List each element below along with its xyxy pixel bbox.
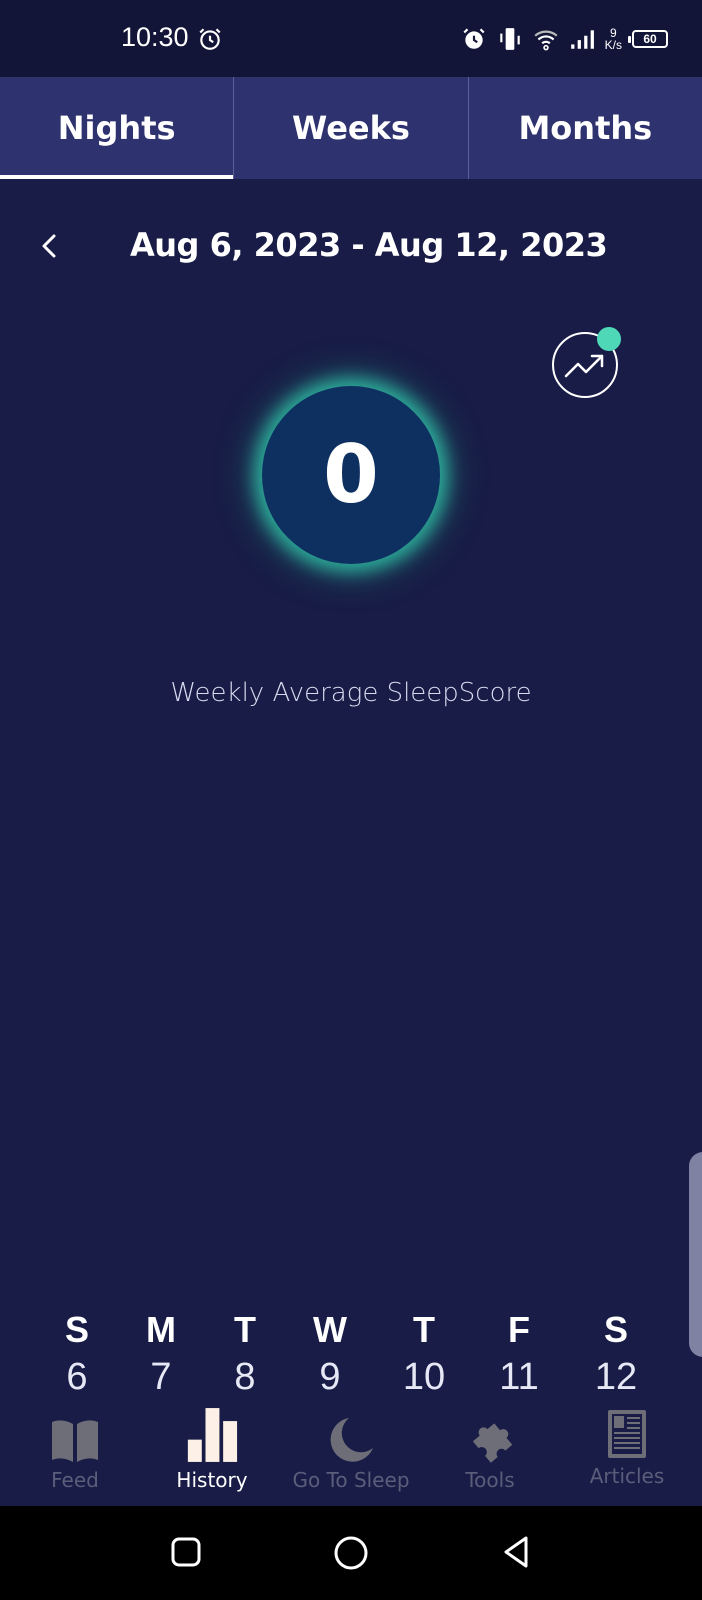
alarm-clock-icon [199, 28, 221, 50]
signal-icon [570, 30, 594, 49]
date-navigation: Aug 6, 2023 - Aug 12, 2023 [0, 222, 702, 278]
status-bar: 10:30 9 K/s 60 [0, 0, 702, 77]
newspaper-icon [608, 1410, 646, 1458]
system-navigation-bar [0, 1506, 702, 1600]
day-letter: T [413, 1309, 435, 1350]
sleep-score-circle[interactable]: 0 [262, 386, 440, 564]
bar-chart-icon [187, 1408, 238, 1462]
day-tuesday[interactable]: T 8 [205, 1308, 285, 1402]
day-thursday[interactable]: T 10 [384, 1308, 464, 1402]
nav-label: History [176, 1468, 248, 1492]
tab-weeks[interactable]: Weeks [234, 77, 469, 179]
book-icon [52, 1420, 98, 1462]
nav-history[interactable]: History [170, 1408, 254, 1506]
day-saturday[interactable]: S 12 [576, 1308, 656, 1402]
status-icons: 9 K/s 60 [461, 24, 668, 54]
period-tabs: Nights Weeks Months [0, 77, 702, 179]
day-number: 6 [66, 1356, 88, 1398]
status-time: 10:30 [121, 22, 189, 52]
puzzle-icon [472, 1423, 513, 1463]
alarm-set-icon [463, 28, 485, 49]
back-button[interactable] [498, 1534, 534, 1570]
day-letter: S [64, 1309, 89, 1350]
vibrate-icon [499, 28, 520, 50]
nav-label: Go To Sleep [292, 1468, 410, 1492]
day-friday[interactable]: F 11 [479, 1308, 559, 1402]
tab-months[interactable]: Months [469, 77, 702, 179]
day-letter: T [234, 1309, 256, 1350]
previous-week-button[interactable] [36, 228, 60, 264]
home-button[interactable] [332, 1534, 370, 1572]
day-letter: F [508, 1309, 530, 1350]
nav-go-to-sleep[interactable]: Go To Sleep [290, 1408, 412, 1506]
nav-label: Feed [51, 1468, 99, 1492]
day-number: 8 [234, 1356, 256, 1398]
nav-label: Tools [465, 1468, 515, 1492]
moon-icon [330, 1418, 373, 1462]
date-range: Aug 6, 2023 - Aug 12, 2023 [130, 226, 608, 264]
sleep-score-label: Weekly Average SleepScore [170, 678, 532, 708]
day-number: 7 [150, 1356, 172, 1398]
week-days: S 6 M 7 T 8 W 9 T 10 F 11 S 12 [0, 1308, 702, 1408]
bottom-navigation: Feed History Go To Sleep Tools Articles [0, 1408, 702, 1506]
wifi-icon [534, 30, 558, 51]
battery-level: 60 [643, 32, 657, 46]
day-sunday[interactable]: S 6 [37, 1308, 117, 1402]
day-monday[interactable]: M 7 [121, 1308, 201, 1402]
nav-tools[interactable]: Tools [458, 1408, 522, 1506]
day-letter: S [603, 1309, 628, 1350]
day-number: 11 [499, 1356, 539, 1398]
tab-nights[interactable]: Nights [0, 77, 235, 179]
nav-label: Articles [589, 1464, 665, 1488]
day-wednesday[interactable]: W 9 [290, 1308, 370, 1402]
network-speed: 9 K/s [605, 27, 622, 51]
nav-feed[interactable]: Feed [44, 1408, 106, 1506]
nav-articles[interactable]: Articles [586, 1408, 668, 1506]
battery-icon: 60 [628, 30, 668, 48]
day-number: 10 [402, 1356, 446, 1398]
day-number: 9 [319, 1356, 341, 1398]
recent-apps-button[interactable] [168, 1534, 204, 1570]
day-letter: W [313, 1309, 347, 1350]
network-speed-unit: K/s [604, 38, 622, 52]
day-number: 12 [594, 1356, 638, 1398]
day-letter: M [146, 1309, 176, 1350]
notification-dot [597, 327, 621, 351]
sleep-score-value: 0 [323, 428, 379, 521]
